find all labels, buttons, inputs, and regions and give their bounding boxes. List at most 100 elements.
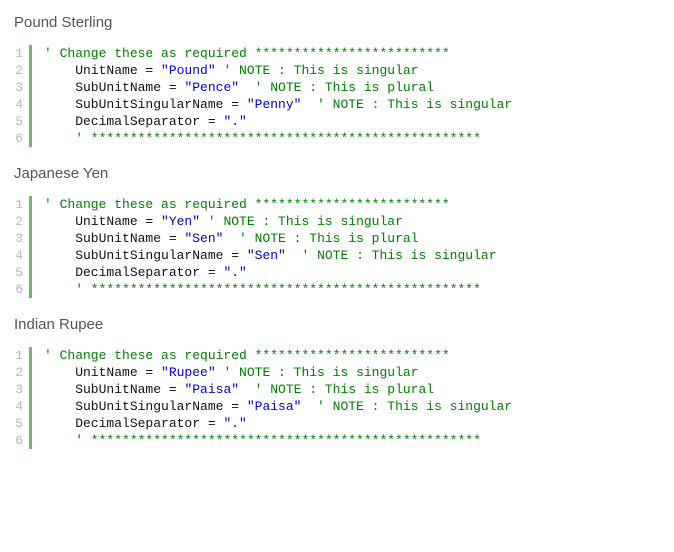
document-root: Pound Sterling123456' Change these as re…	[14, 14, 660, 449]
code-token: "Yen"	[161, 214, 200, 229]
code-token: SubUnitSingularName	[44, 97, 231, 112]
section-heading: Japanese Yen	[14, 165, 660, 182]
code-line: SubUnitSingularName = "Paisa" ' NOTE : T…	[44, 398, 512, 415]
line-number: 4	[14, 398, 23, 415]
code-token: =	[169, 382, 185, 397]
line-number: 6	[14, 130, 23, 147]
code-block: 123456 ' Change these as required *******…	[14, 196, 660, 298]
line-number: 1	[14, 347, 23, 364]
code-token: SubUnitName	[44, 382, 169, 397]
code-line: ' **************************************…	[44, 281, 497, 298]
code-token: "Pence"	[184, 80, 239, 95]
line-number-gutter: 123456	[14, 347, 32, 449]
code-line: SubUnitName = "Pence" ' NOTE : This is p…	[44, 79, 512, 96]
line-number: 6	[14, 281, 23, 298]
line-number: 2	[14, 62, 23, 79]
code-token: DecimalSeparator	[44, 114, 208, 129]
code-token: =	[231, 97, 247, 112]
line-number: 3	[14, 79, 23, 96]
code-token: "Penny"	[247, 97, 302, 112]
code-token: ' NOTE : This is singular	[200, 214, 403, 229]
code-token: UnitName	[44, 214, 145, 229]
code-token: UnitName	[44, 63, 145, 78]
line-number: 2	[14, 364, 23, 381]
code-line: UnitName = "Pound" ' NOTE : This is sing…	[44, 62, 512, 79]
code-token: =	[145, 214, 161, 229]
line-number: 5	[14, 415, 23, 432]
code-token: SubUnitSingularName	[44, 248, 231, 263]
line-number: 3	[14, 230, 23, 247]
code-token: "."	[223, 114, 246, 129]
code-token: ' NOTE : This is plural	[239, 382, 434, 397]
line-number: 5	[14, 113, 23, 130]
line-number: 1	[14, 196, 23, 213]
code-line: SubUnitName = "Sen" ' NOTE : This is plu…	[44, 230, 497, 247]
code-token: ' NOTE : This is singular	[216, 365, 419, 380]
code-token: =	[208, 265, 224, 280]
line-number: 1	[14, 45, 23, 62]
code-token: =	[145, 63, 161, 78]
code-token: DecimalSeparator	[44, 265, 208, 280]
code-token: ' NOTE : This is singular	[301, 399, 512, 414]
code-token: ' Change these as required *************…	[44, 348, 450, 363]
code-line: SubUnitSingularName = "Penny" ' NOTE : T…	[44, 96, 512, 113]
code-token: =	[231, 248, 247, 263]
code-token: SubUnitName	[44, 80, 169, 95]
code-token: =	[208, 416, 224, 431]
code-line: SubUnitName = "Paisa" ' NOTE : This is p…	[44, 381, 512, 398]
code-line: ' Change these as required *************…	[44, 196, 497, 213]
code-block: 123456 ' Change these as required *******…	[14, 347, 660, 449]
code-token: ' NOTE : This is singular	[216, 63, 419, 78]
line-number: 5	[14, 264, 23, 281]
code-token: ' NOTE : This is plural	[223, 231, 418, 246]
code-line: DecimalSeparator = "."	[44, 415, 512, 432]
code-token: "Sen"	[184, 231, 223, 246]
code-content: ' Change these as required *************…	[32, 347, 512, 449]
code-line: UnitName = "Yen" ' NOTE : This is singul…	[44, 213, 497, 230]
code-content: ' Change these as required *************…	[32, 45, 512, 147]
code-token: DecimalSeparator	[44, 416, 208, 431]
code-line: SubUnitSingularName = "Sen" ' NOTE : Thi…	[44, 247, 497, 264]
code-token: ' NOTE : This is singular	[301, 97, 512, 112]
code-line: DecimalSeparator = "."	[44, 264, 497, 281]
code-token: ' Change these as required *************…	[44, 46, 450, 61]
code-line: UnitName = "Rupee" ' NOTE : This is sing…	[44, 364, 512, 381]
code-content: ' Change these as required *************…	[32, 196, 497, 298]
code-token: ' NOTE : This is singular	[286, 248, 497, 263]
line-number: 4	[14, 96, 23, 113]
code-token: =	[169, 80, 185, 95]
code-token: ' **************************************…	[44, 131, 481, 146]
line-number: 2	[14, 213, 23, 230]
code-token: =	[208, 114, 224, 129]
code-token: ' **************************************…	[44, 433, 481, 448]
code-token: ' Change these as required *************…	[44, 197, 450, 212]
code-token: "Paisa"	[184, 382, 239, 397]
code-token: UnitName	[44, 365, 145, 380]
code-token: "Paisa"	[247, 399, 302, 414]
code-line: ' **************************************…	[44, 130, 512, 147]
code-token: =	[231, 399, 247, 414]
code-token: "Pound"	[161, 63, 216, 78]
line-number-gutter: 123456	[14, 196, 32, 298]
code-token: ' **************************************…	[44, 282, 481, 297]
code-line: ' **************************************…	[44, 432, 512, 449]
section-heading: Pound Sterling	[14, 14, 660, 31]
line-number: 3	[14, 381, 23, 398]
code-token: "."	[223, 416, 246, 431]
line-number: 4	[14, 247, 23, 264]
code-block: 123456 ' Change these as required *******…	[14, 45, 660, 147]
section-heading: Indian Rupee	[14, 316, 660, 333]
line-number-gutter: 123456	[14, 45, 32, 147]
code-token: =	[145, 365, 161, 380]
code-token: ' NOTE : This is plural	[239, 80, 434, 95]
code-token: SubUnitName	[44, 231, 169, 246]
code-line: ' Change these as required *************…	[44, 347, 512, 364]
code-token: SubUnitSingularName	[44, 399, 231, 414]
code-token: "."	[223, 265, 246, 280]
code-line: DecimalSeparator = "."	[44, 113, 512, 130]
line-number: 6	[14, 432, 23, 449]
code-line: ' Change these as required *************…	[44, 45, 512, 62]
code-token: "Rupee"	[161, 365, 216, 380]
code-token: =	[169, 231, 185, 246]
code-token: "Sen"	[247, 248, 286, 263]
